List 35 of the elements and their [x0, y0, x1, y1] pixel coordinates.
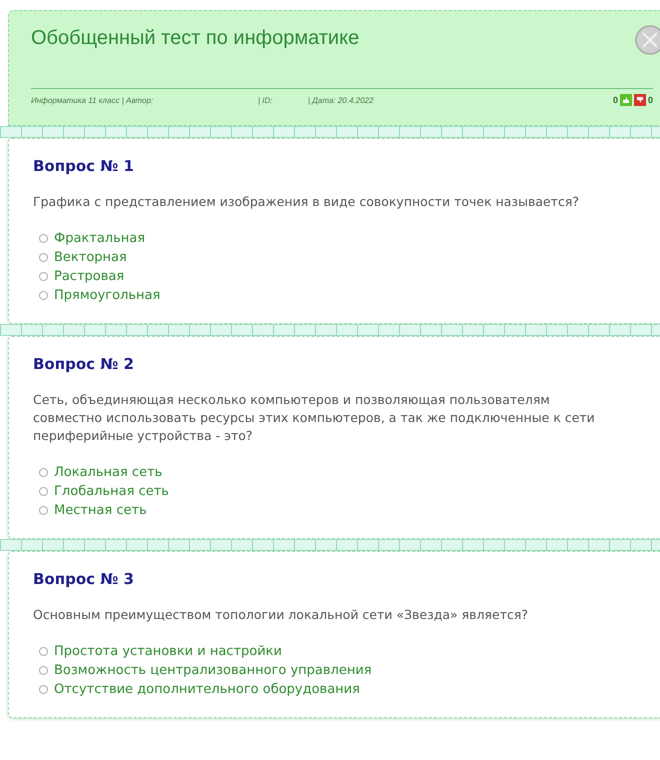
- radio-button[interactable]: [39, 506, 48, 515]
- meta-text: | Дата: 20.4.2022: [308, 96, 374, 104]
- question-text: Сеть, объединяющая несколько компьютеров и позволяющая пользователям совместно использовать ресурсы этих компьютеров, а так же подключенные к сети периферийные устройства - это?: [33, 391, 596, 445]
- answer-option[interactable]: Растровая: [54, 267, 124, 286]
- question-heading: Вопрос № 1: [33, 157, 135, 175]
- meta-text: | ID:: [258, 96, 274, 104]
- question-text: Графика с представлением изображения в виде совокупности точек называется?: [33, 193, 580, 211]
- question-heading: Вопрос № 3: [33, 570, 135, 588]
- radio-button[interactable]: [39, 685, 48, 694]
- meta-text: Информатика 11 класс | Автор:: [31, 96, 154, 104]
- radio-button[interactable]: [39, 272, 48, 281]
- radio-button[interactable]: [39, 666, 48, 675]
- radio-button[interactable]: [39, 291, 48, 300]
- radio-button[interactable]: [39, 487, 48, 496]
- question-heading: Вопрос № 2: [33, 355, 135, 373]
- close-icon[interactable]: [635, 25, 660, 55]
- answer-option[interactable]: Глобальная сеть: [54, 482, 169, 501]
- answer-option[interactable]: Локальная сеть: [54, 463, 162, 482]
- question-text: Основным преимуществом топологии локальной сети «Звезда» является?: [33, 606, 530, 624]
- thumbs-up-icon[interactable]: [620, 94, 632, 106]
- answer-option[interactable]: Прямоугольная: [54, 286, 160, 305]
- radio-button[interactable]: [39, 468, 48, 477]
- radio-button[interactable]: [39, 647, 48, 656]
- answer-option[interactable]: Возможность централизованного управления: [54, 661, 372, 680]
- answer-option[interactable]: Простота установки и настройки: [54, 642, 282, 661]
- radio-button[interactable]: [39, 234, 48, 243]
- answer-option[interactable]: Отсутствие дополнительного оборудования: [54, 680, 360, 699]
- answer-option[interactable]: Местная сеть: [54, 501, 147, 520]
- radio-button[interactable]: [39, 253, 48, 262]
- test-title: Обобщенный тест по информатике: [31, 27, 360, 50]
- answer-option[interactable]: Векторная: [54, 248, 127, 267]
- answer-option[interactable]: Фрактальная: [54, 229, 146, 248]
- dislike-count: 0: [648, 95, 653, 105]
- thumbs-down-icon[interactable]: [634, 94, 646, 106]
- like-count: 0: [612, 95, 618, 105]
